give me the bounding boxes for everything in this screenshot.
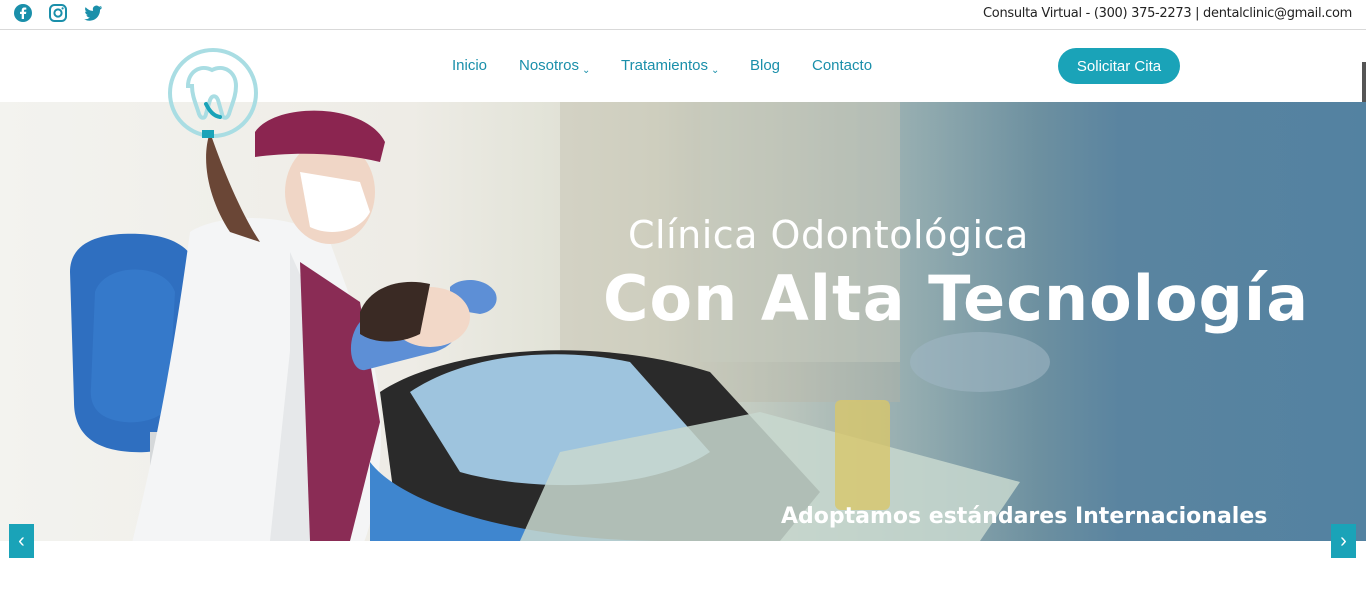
hero-title-line2: Con Alta Tecnología bbox=[603, 262, 1310, 335]
nav-label: Tratamientos bbox=[621, 57, 708, 74]
nav-item-nosotros[interactable]: Nosotros ⌄ bbox=[519, 57, 591, 76]
twitter-icon[interactable] bbox=[83, 3, 103, 23]
contact-info: Consulta Virtual - (300) 375-2273 | dent… bbox=[983, 6, 1352, 21]
hero-subtitle: Adoptamos estándares Internacionales bbox=[781, 504, 1268, 529]
instagram-icon[interactable] bbox=[48, 3, 68, 23]
facebook-icon[interactable] bbox=[13, 3, 33, 23]
chevron-down-icon: ⌄ bbox=[710, 65, 720, 76]
nav-item-inicio[interactable]: Inicio bbox=[452, 57, 487, 74]
chevron-down-icon: ⌄ bbox=[582, 65, 591, 76]
hero-slider: Clínica Odontológica Con Alta Tecnología… bbox=[0, 102, 1366, 541]
slider-next-button[interactable]: › bbox=[1331, 524, 1356, 558]
site-header: Inicio Nosotros ⌄ Tratamientos ⌄ Blog Cont… bbox=[0, 30, 1366, 138]
solicitar-cita-button[interactable]: Solicitar Cita bbox=[1058, 48, 1180, 84]
nav-label: Contacto bbox=[812, 57, 873, 74]
nav-label: Inicio bbox=[452, 57, 488, 74]
hero-title-line1: Clínica Odontológica bbox=[628, 213, 1029, 257]
nav-label: Blog bbox=[750, 57, 781, 74]
nav-label: Nosotros bbox=[519, 57, 580, 74]
nav-item-blog[interactable]: Blog bbox=[750, 57, 780, 74]
nav-item-tratamientos[interactable]: Tratamientos ⌄ bbox=[621, 57, 720, 76]
slider-prev-button[interactable]: ‹ bbox=[9, 524, 34, 558]
tooth-logo-icon[interactable] bbox=[166, 46, 262, 140]
top-bar: Consulta Virtual - (300) 375-2273 | dent… bbox=[0, 0, 1366, 30]
nav-item-contacto[interactable]: Contacto bbox=[812, 57, 872, 74]
